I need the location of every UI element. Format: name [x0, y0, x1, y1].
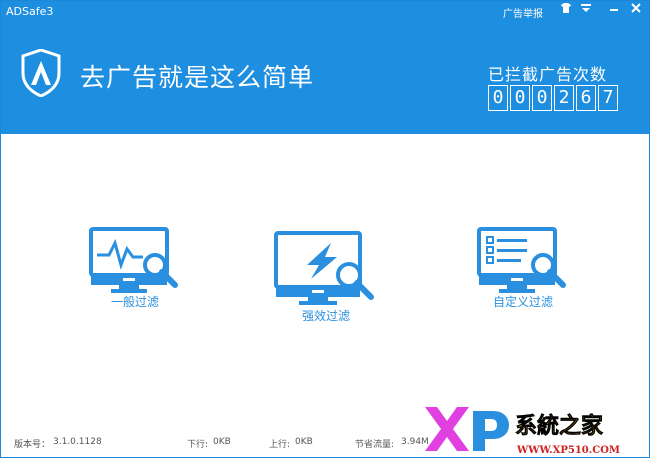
custom-filter-button[interactable]: 自定义过滤 — [475, 225, 571, 310]
slogan: 去广告就是这么简单 — [80, 63, 315, 92]
version-value: 3.1.0.1128 — [53, 437, 102, 447]
counter-digit: 0 — [510, 85, 530, 111]
app-window: ADSafe3 广告举报 去广告就是这么简单 已拦截广告次数 0 0 0 2 6… — [0, 0, 650, 458]
upload-label: 上行: — [269, 440, 291, 450]
skin-icon[interactable] — [557, 3, 575, 19]
saved-traffic-label: 节省流量: — [355, 440, 395, 450]
download-value: 0KB — [213, 437, 231, 447]
minimize-icon[interactable] — [605, 3, 623, 19]
upload-value: 0KB — [295, 437, 313, 447]
watermark-logo: 系統之家 WWW.XP510.COM — [425, 407, 620, 456]
monitor-lightning-search-icon — [274, 231, 374, 305]
ad-report-link[interactable]: 广告举报 — [503, 5, 543, 20]
custom-filter-label: 自定义过滤 — [492, 295, 553, 309]
blocked-count-label: 已拦截广告次数 — [488, 65, 608, 84]
app-title: ADSafe3 — [6, 5, 54, 18]
watermark-url: WWW.XP510.COM — [516, 445, 620, 456]
strong-filter-button[interactable]: 强效过滤 — [271, 229, 381, 324]
shield-logo-icon — [21, 49, 61, 97]
header-banner: ADSafe3 广告举报 去广告就是这么简单 已拦截广告次数 0 0 0 2 6… — [1, 1, 649, 134]
monitor-list-search-icon — [477, 227, 566, 293]
version-label: 版本号： — [14, 440, 51, 450]
counter-digit: 0 — [488, 85, 508, 111]
counter-digit: 2 — [554, 85, 574, 111]
close-icon[interactable] — [627, 3, 645, 19]
general-filter-label: 一般过滤 — [110, 295, 159, 309]
general-filter-button[interactable]: 一般过滤 — [87, 225, 183, 310]
monitor-chart-search-icon — [89, 227, 178, 293]
watermark-brand: 系統之家 — [515, 413, 604, 439]
counter-digit: 0 — [532, 85, 552, 111]
counter-digit: 6 — [576, 85, 596, 111]
download-label: 下行: — [187, 440, 209, 450]
blocked-counter: 0 0 0 2 6 7 — [488, 85, 618, 111]
menu-icon[interactable] — [577, 3, 595, 19]
counter-digit: 7 — [598, 85, 618, 111]
strong-filter-label: 强效过滤 — [301, 309, 350, 323]
